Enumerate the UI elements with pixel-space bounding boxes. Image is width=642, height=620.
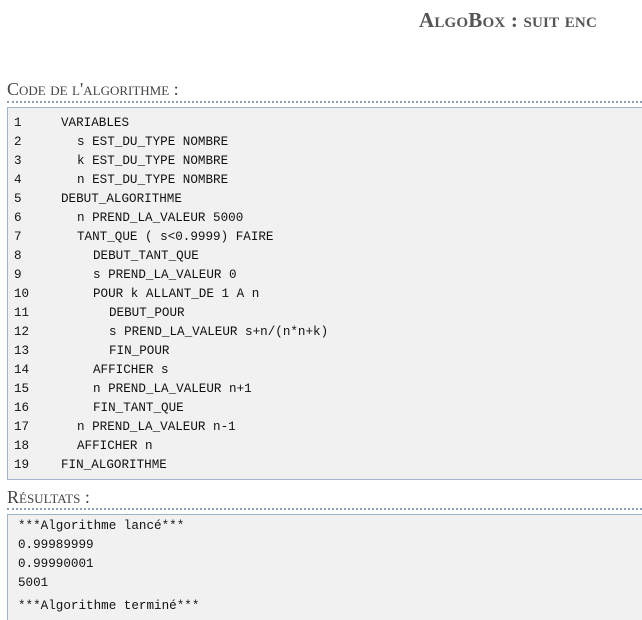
code-section-divider: [7, 101, 642, 103]
page-title: AlgoBox : suit enc: [418, 8, 597, 32]
code-text: FIN_TANT_QUE: [93, 401, 184, 415]
code-text: DEBUT_POUR: [109, 306, 185, 320]
results-section-divider: [7, 508, 642, 510]
line-number: 18: [14, 439, 30, 453]
result-line: 5001: [18, 576, 49, 590]
code-text: n PREND_LA_VALEUR 5000: [77, 211, 244, 225]
code-text: n PREND_LA_VALEUR n+1: [93, 382, 252, 396]
line-number: 3: [14, 154, 22, 168]
line-number: 12: [14, 325, 30, 339]
result-line: 0.99989999: [18, 538, 94, 552]
line-number: 4: [14, 173, 22, 187]
result-line: 0.99990001: [18, 557, 94, 571]
results-output: ***Algorithme lancé*** 0.99989999 0.999900…: [7, 514, 642, 620]
code-text: DEBUT_TANT_QUE: [93, 249, 199, 263]
code-text: FIN_POUR: [109, 344, 170, 358]
code-text: TANT_QUE ( s<0.9999) FAIRE: [77, 230, 274, 244]
line-number: 2: [14, 135, 22, 149]
line-number: 19: [14, 458, 30, 472]
code-text: s EST_DU_TYPE NOMBRE: [77, 135, 229, 149]
code-text: s PREND_LA_VALEUR 0: [93, 268, 237, 282]
line-number: 1: [14, 116, 22, 130]
line-number: 11: [14, 306, 30, 320]
code-text: POUR k ALLANT_DE 1 A n: [93, 287, 260, 301]
line-number: 15: [14, 382, 30, 396]
line-number: 8: [14, 249, 22, 263]
code-text: FIN_ALGORITHME: [61, 458, 167, 472]
code-text: n PREND_LA_VALEUR n-1: [77, 420, 236, 434]
code-listing: 1 VARIABLES 2 s EST_DU_TYPE NOMBRE 3 k EST_DU…: [7, 107, 642, 480]
code-text: AFFICHER n: [77, 439, 153, 453]
code-text: VARIABLES: [61, 116, 130, 130]
code-section-heading: Code de l'algorithme :: [7, 79, 179, 99]
code-text: k EST_DU_TYPE NOMBRE: [77, 154, 229, 168]
line-number: 10: [14, 287, 30, 301]
result-line: ***Algorithme terminé***: [18, 599, 200, 613]
line-number: 5: [14, 192, 22, 206]
code-text: DEBUT_ALGORITHME: [61, 192, 182, 206]
line-number: 6: [14, 211, 22, 225]
results-section-heading: Résultats :: [7, 487, 90, 507]
line-number: 9: [14, 268, 22, 282]
line-number: 13: [14, 344, 30, 358]
line-number: 17: [14, 420, 30, 434]
result-line: ***Algorithme lancé***: [18, 519, 185, 533]
line-number: 7: [14, 230, 22, 244]
code-text: AFFICHER s: [93, 363, 169, 377]
code-text: n EST_DU_TYPE NOMBRE: [77, 173, 229, 187]
code-text: s PREND_LA_VALEUR s+n/(n*n+k): [109, 325, 329, 339]
line-number: 16: [14, 401, 30, 415]
line-number: 14: [14, 363, 30, 377]
